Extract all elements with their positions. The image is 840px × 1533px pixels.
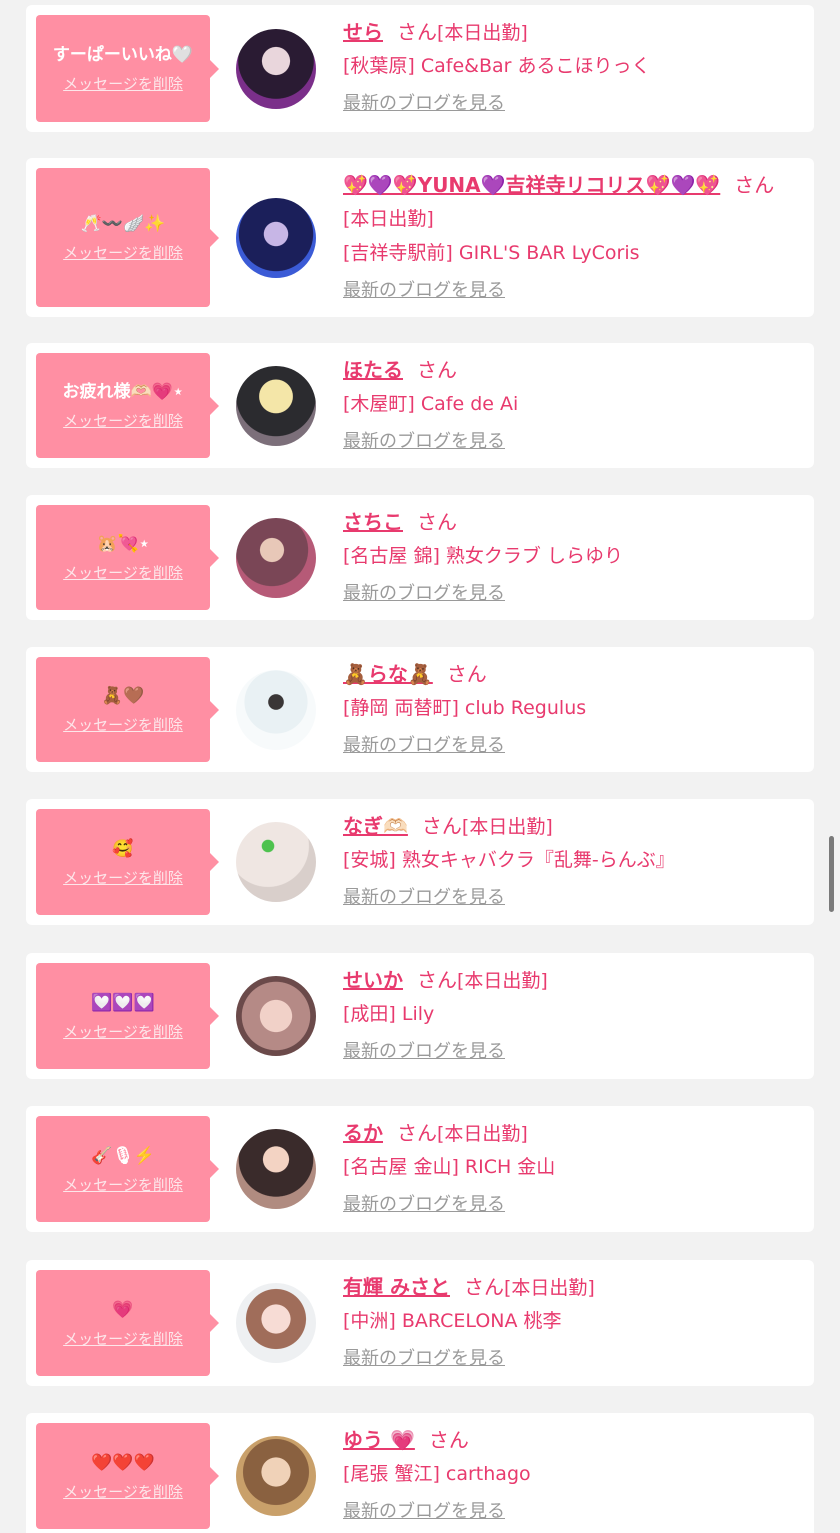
message-text: 🎸🎙⚡️ xyxy=(91,1145,155,1166)
store-info: [名古屋 金山] RICH 金山 xyxy=(343,1156,556,1178)
cast-name-link[interactable]: 💖💜💖YUNA💜吉祥寺リコリス💖💜💖 xyxy=(343,173,720,197)
latest-blog-link[interactable]: 最新のブログを見る xyxy=(343,883,505,909)
message-bubble: ❤️❤️❤️ メッセージを削除 xyxy=(36,1423,219,1529)
store-info: [秋葉原] Cafe&Bar あるこほりっく xyxy=(343,55,651,77)
avatar[interactable] xyxy=(236,1129,316,1209)
message-text: 🐹💘⋆ xyxy=(96,534,150,554)
message-bubble: 🎸🎙⚡️ メッセージを削除 xyxy=(36,1116,219,1222)
latest-blog-link[interactable]: 最新のブログを見る xyxy=(343,1497,505,1523)
message-text: 💟💟💟 xyxy=(91,992,155,1013)
list-item: 🥰 メッセージを削除 なぎ🫶🏻 さん[本日出勤] [安城] 熟女キャバクラ『乱舞-… xyxy=(26,799,814,925)
honorific: さん xyxy=(417,358,457,382)
cast-name-link[interactable]: 🧸らな🧸 xyxy=(343,662,433,686)
cast-name-link[interactable]: 有輝 みさと xyxy=(343,1275,450,1299)
message-bubble: 🧸🤎 メッセージを削除 xyxy=(36,657,219,762)
store-info: [尾張 蟹江] carthago xyxy=(343,1463,531,1485)
delete-message-link[interactable]: メッセージを削除 xyxy=(63,73,183,94)
list-item: すーぱーいいね🤍 メッセージを削除 せら さん[本日出勤] [秋葉原] Cafe&… xyxy=(26,5,814,132)
avatar[interactable] xyxy=(236,365,316,446)
delete-message-link[interactable]: メッセージを削除 xyxy=(63,562,183,583)
message-text: ❤️❤️❤️ xyxy=(91,1452,155,1473)
list-item: 🧸🤎 メッセージを削除 🧸らな🧸 さん [静岡 両替町] club Regulus… xyxy=(26,647,814,772)
attendance-status: [本日出勤] xyxy=(437,22,528,44)
delete-message-link[interactable]: メッセージを削除 xyxy=(63,242,183,263)
honorific: さん xyxy=(397,1121,437,1145)
honorific: さん xyxy=(734,173,775,197)
latest-blog-link[interactable]: 最新のブログを見る xyxy=(343,731,505,757)
delete-message-link[interactable]: メッセージを削除 xyxy=(63,867,183,888)
store-info: [中洲] BARCELONA 桃李 xyxy=(343,1310,562,1332)
message-bubble: 🐹💘⋆ メッセージを削除 xyxy=(36,505,219,610)
honorific: さん xyxy=(428,1428,469,1452)
honorific: さん xyxy=(421,814,462,838)
message-bubble: 🥂〰️🪽✨ メッセージを削除 xyxy=(36,168,219,307)
store-info: [吉祥寺駅前] GIRL'S BAR LyCoris xyxy=(343,242,640,264)
honorific: さん xyxy=(397,20,437,44)
list-item: 🐹💘⋆ メッセージを削除 さちこ さん [名古屋 錦] 熟女クラブ しらゆり 最新… xyxy=(26,495,814,620)
attendance-status: [本日出勤] xyxy=(343,208,434,230)
avatar[interactable] xyxy=(236,517,316,598)
attendance-status: [本日出勤] xyxy=(503,1277,595,1299)
message-text: 🥂〰️🪽✨ xyxy=(80,214,166,234)
honorific: さん xyxy=(417,510,457,534)
latest-blog-link[interactable]: 最新のブログを見る xyxy=(343,1344,505,1370)
latest-blog-link[interactable]: 最新のブログを見る xyxy=(343,89,505,115)
cast-name-link[interactable]: せいか xyxy=(343,968,403,992)
latest-blog-link[interactable]: 最新のブログを見る xyxy=(343,1190,505,1216)
avatar[interactable] xyxy=(236,669,316,750)
latest-blog-link[interactable]: 最新のブログを見る xyxy=(343,276,505,302)
attendance-status: [本日出勤] xyxy=(461,816,553,838)
list-item: ❤️❤️❤️ メッセージを削除 ゆう 💗 さん [尾張 蟹江] carthago … xyxy=(26,1413,814,1533)
message-bubble: すーぱーいいね🤍 メッセージを削除 xyxy=(36,15,219,122)
message-bubble: 🥰 メッセージを削除 xyxy=(36,809,219,915)
delete-message-link[interactable]: メッセージを削除 xyxy=(63,1481,183,1502)
list-item: お疲れ様🫶🏻💗⋆ メッセージを削除 ほたる さん [木屋町] Cafe de Ai… xyxy=(26,343,814,468)
attendance-status: [本日出勤] xyxy=(457,970,548,992)
list-item: 💟💟💟 メッセージを削除 せいか さん[本日出勤] [成田] Lily 最新のブロ… xyxy=(26,953,814,1079)
list-item: 💗 メッセージを削除 有輝 みさと さん[本日出勤] [中洲] BARCELONA… xyxy=(26,1260,814,1386)
message-list: すーぱーいいね🤍 メッセージを削除 せら さん[本日出勤] [秋葉原] Cafe&… xyxy=(0,0,840,1533)
message-text: お疲れ様🫶🏻💗⋆ xyxy=(62,382,184,402)
message-bubble: お疲れ様🫶🏻💗⋆ メッセージを削除 xyxy=(36,353,219,458)
delete-message-link[interactable]: メッセージを削除 xyxy=(63,1021,183,1042)
avatar[interactable] xyxy=(236,822,316,902)
delete-message-link[interactable]: メッセージを削除 xyxy=(63,1328,183,1349)
avatar[interactable] xyxy=(236,1283,316,1363)
cast-name-link[interactable]: ゆう 💗 xyxy=(343,1428,415,1452)
delete-message-link[interactable]: メッセージを削除 xyxy=(63,410,183,431)
avatar[interactable] xyxy=(236,976,316,1056)
store-info: [静岡 両替町] club Regulus xyxy=(343,697,587,719)
message-text: すーぱーいいね🤍 xyxy=(52,45,194,65)
latest-blog-link[interactable]: 最新のブログを見る xyxy=(343,579,505,605)
message-bubble: 💟💟💟 メッセージを削除 xyxy=(36,963,219,1069)
scrollbar[interactable] xyxy=(829,836,834,912)
cast-name-link[interactable]: なぎ🫶🏻 xyxy=(343,814,408,838)
honorific: さん xyxy=(417,968,457,992)
avatar[interactable] xyxy=(236,1436,316,1516)
list-item: 🎸🎙⚡️ メッセージを削除 るか さん[本日出勤] [名古屋 金山] RICH 金… xyxy=(26,1106,814,1232)
cast-name-link[interactable]: せら xyxy=(343,20,383,44)
message-bubble: 💗 メッセージを削除 xyxy=(36,1270,219,1376)
latest-blog-link[interactable]: 最新のブログを見る xyxy=(343,427,505,453)
honorific: さん xyxy=(463,1275,504,1299)
store-info: [木屋町] Cafe de Ai xyxy=(343,393,519,415)
latest-blog-link[interactable]: 最新のブログを見る xyxy=(343,1037,505,1063)
delete-message-link[interactable]: メッセージを削除 xyxy=(63,714,183,735)
cast-name-link[interactable]: ほたる xyxy=(343,358,403,382)
message-text: 🧸🤎 xyxy=(101,686,145,706)
store-info: [成田] Lily xyxy=(343,1003,435,1025)
cast-name-link[interactable]: るか xyxy=(343,1121,383,1145)
avatar[interactable] xyxy=(236,28,316,109)
store-info: [名古屋 錦] 熟女クラブ しらゆり xyxy=(343,545,623,567)
avatar[interactable] xyxy=(236,197,316,278)
honorific: さん xyxy=(446,662,487,686)
message-text: 🥰 xyxy=(112,838,134,859)
cast-name-link[interactable]: さちこ xyxy=(343,510,403,534)
store-info: [安城] 熟女キャバクラ『乱舞-らんぶ』 xyxy=(343,849,675,871)
list-item: 🥂〰️🪽✨ メッセージを削除 💖💜💖YUNA💜吉祥寺リコリス💖💜💖 さん [本日出… xyxy=(26,158,814,317)
attendance-status: [本日出勤] xyxy=(437,1123,528,1145)
message-text: 💗 xyxy=(112,1299,134,1320)
delete-message-link[interactable]: メッセージを削除 xyxy=(63,1174,183,1195)
